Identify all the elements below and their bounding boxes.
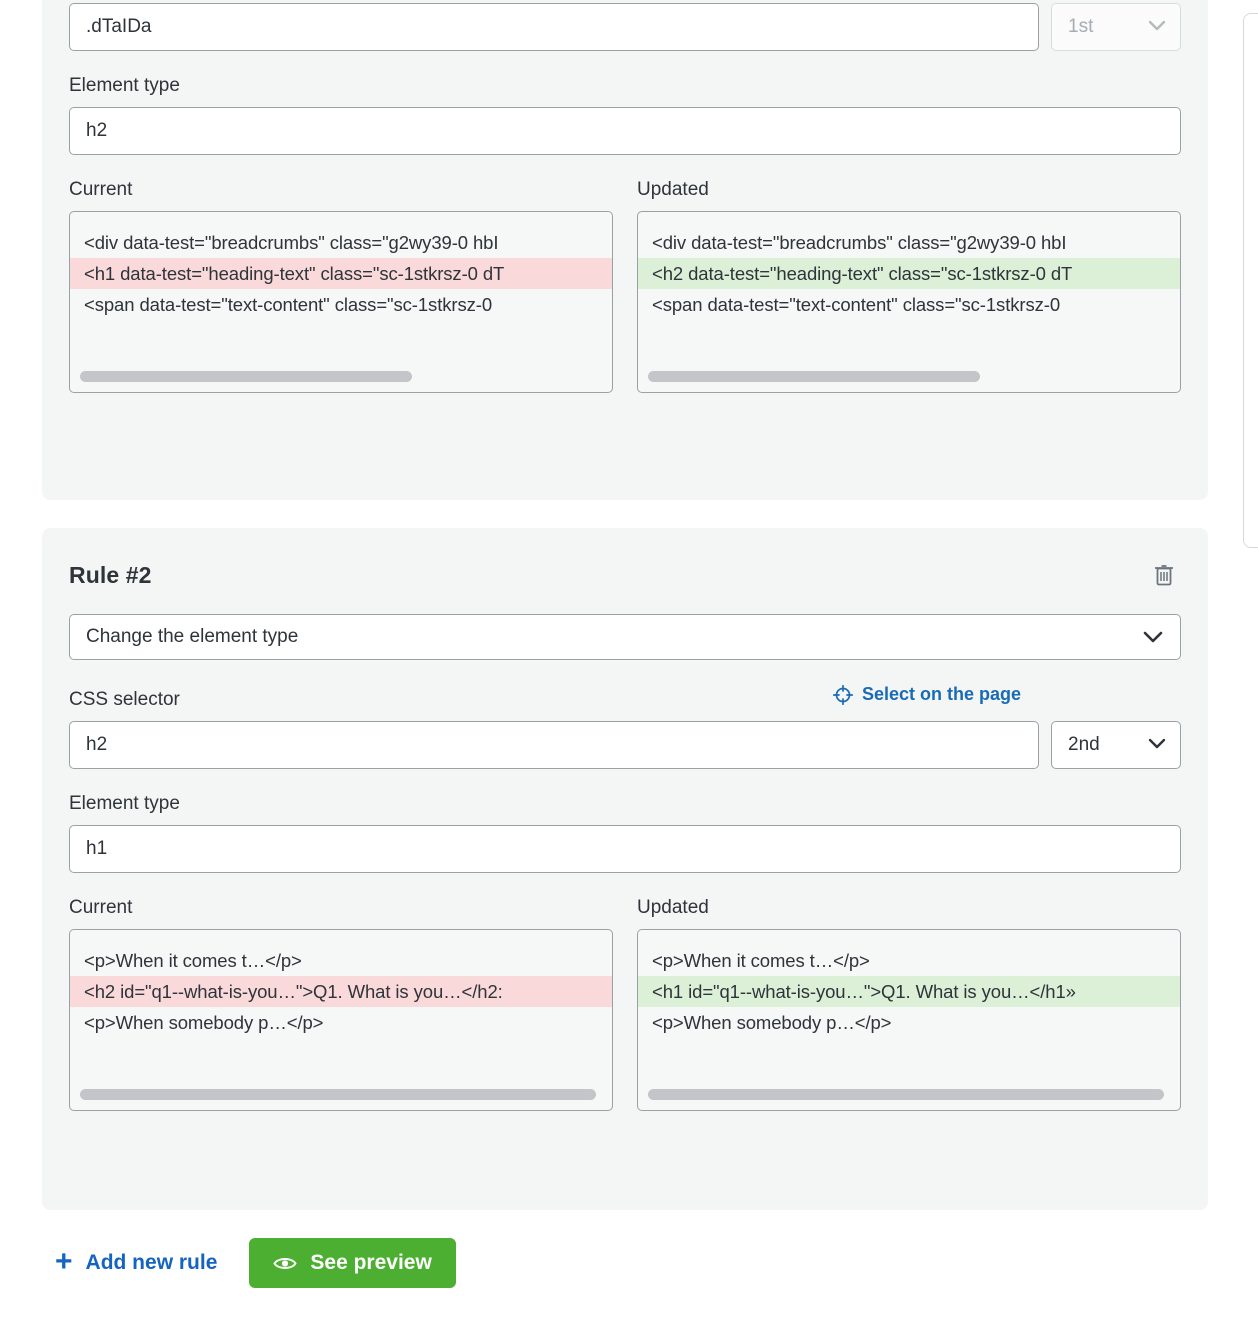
preview-panel-edge (1243, 13, 1258, 548)
footer-actions: + Add new rule See preview (55, 1238, 456, 1288)
rule-1-current-label: Current (69, 179, 613, 201)
rule-1-css-selector-input[interactable]: .dTaIDa (69, 3, 1039, 51)
rule-1-ordinal-value: 1st (1068, 16, 1093, 38)
rule-2-element-type-label-row: Element type (69, 793, 1181, 815)
rule-2-select-on-page-button[interactable]: Select on the page (833, 684, 1021, 705)
code-line: <p>When it comes t…</p> (638, 945, 1180, 976)
code-line: <div data-test="breadcrumbs" class="g2wy… (70, 227, 612, 258)
rule-1-current-code[interactable]: <div data-test="breadcrumbs" class="g2wy… (69, 211, 613, 393)
rule-2-title-row: Rule #2 (69, 528, 1181, 592)
rule-2-action-label: Change the element type (86, 626, 298, 648)
rule-1-diff-row: Current <div data-test="breadcrumbs" cla… (69, 179, 1181, 393)
eye-icon (273, 1255, 297, 1272)
rule-card-2: Rule #2 Change the element type CSS sele… (42, 528, 1208, 1210)
rule-1-current-column: Current <div data-test="breadcrumbs" cla… (69, 179, 613, 393)
rule-2-css-selector-input[interactable]: h2 (69, 721, 1039, 769)
code-line-added: <h1 id="q1--what-is-you…">Q1. What is yo… (638, 976, 1180, 1007)
rule-1-updated-column: Updated <div data-test="breadcrumbs" cla… (637, 179, 1181, 393)
plus-icon: + (55, 1247, 73, 1277)
rule-2-select-on-page-label: Select on the page (862, 684, 1021, 705)
rule-2-title: Rule #2 (69, 562, 152, 589)
code-line-removed: <h2 id="q1--what-is-you…">Q1. What is yo… (70, 976, 612, 1007)
delete-rule-2-button[interactable] (1147, 558, 1181, 592)
rule-2-updated-code[interactable]: <p>When it comes t…</p> <h1 id="q1--what… (637, 929, 1181, 1111)
rule-1-updated-code[interactable]: <div data-test="breadcrumbs" class="g2wy… (637, 211, 1181, 393)
rule-2-current-column: Current <p>When it comes t…</p> <h2 id="… (69, 897, 613, 1111)
rule-1-selector-row: .dTaIDa 1st (69, 3, 1181, 51)
horizontal-scrollbar[interactable] (648, 371, 980, 382)
rule-2-selector-row: h2 2nd (69, 721, 1181, 769)
rule-1-element-type-input[interactable]: h2 (69, 107, 1181, 155)
code-line: <p>When somebody p…</p> (638, 1007, 1180, 1038)
horizontal-scrollbar[interactable] (648, 1089, 1164, 1100)
chevron-down-icon (1142, 630, 1164, 644)
code-line: <p>When it comes t…</p> (70, 945, 612, 976)
rule-2-current-label: Current (69, 897, 613, 919)
code-line: <div data-test="breadcrumbs" class="g2wy… (638, 227, 1180, 258)
rule-2-updated-label: Updated (637, 897, 1181, 919)
rule-2-css-selector-label: CSS selector (69, 689, 180, 711)
code-line-added: <h2 data-test="heading-text" class="sc-1… (638, 258, 1180, 289)
rule-1-updated-label: Updated (637, 179, 1181, 201)
rule-1-element-type-label-row: Element type (69, 75, 1181, 97)
rule-2-element-type-input[interactable]: h1 (69, 825, 1181, 873)
horizontal-scrollbar[interactable] (80, 1089, 596, 1100)
code-line: <p>When somebody p…</p> (70, 1007, 612, 1038)
rule-2-current-code[interactable]: <p>When it comes t…</p> <h2 id="q1--what… (69, 929, 613, 1111)
crosshair-icon (833, 685, 853, 705)
rule-2-action-select[interactable]: Change the element type (69, 614, 1181, 660)
rule-2-selector-label-row: CSS selector Select on the page (69, 684, 1181, 711)
rule-1-ordinal-select[interactable]: 1st (1051, 3, 1181, 51)
add-new-rule-label: Add new rule (86, 1251, 218, 1275)
rule-2-diff-row: Current <p>When it comes t…</p> <h2 id="… (69, 897, 1181, 1111)
code-line: <span data-test="text-content" class="sc… (638, 289, 1180, 320)
rule-1-element-type-row: h2 (69, 107, 1181, 155)
code-line: <span data-test="text-content" class="sc… (70, 289, 612, 320)
horizontal-scrollbar[interactable] (80, 371, 412, 382)
rule-2-element-type-label: Element type (69, 793, 180, 815)
add-new-rule-button[interactable]: + Add new rule (55, 1250, 217, 1277)
rule-1-element-type-label: Element type (69, 75, 180, 97)
trash-icon (1153, 563, 1175, 587)
chevron-down-icon (1147, 16, 1167, 38)
rule-card-1: Rule #1 Change the element type CSS sele… (42, 0, 1208, 500)
rule-2-ordinal-value: 2nd (1068, 734, 1100, 756)
see-preview-label: See preview (310, 1251, 431, 1275)
rule-2-element-type-row: h1 (69, 825, 1181, 873)
see-preview-button[interactable]: See preview (249, 1238, 455, 1288)
code-line-removed: <h1 data-test="heading-text" class="sc-1… (70, 258, 612, 289)
rule-2-ordinal-select[interactable]: 2nd (1051, 721, 1181, 769)
chevron-down-icon (1147, 734, 1167, 756)
rule-2-updated-column: Updated <p>When it comes t…</p> <h1 id="… (637, 897, 1181, 1111)
